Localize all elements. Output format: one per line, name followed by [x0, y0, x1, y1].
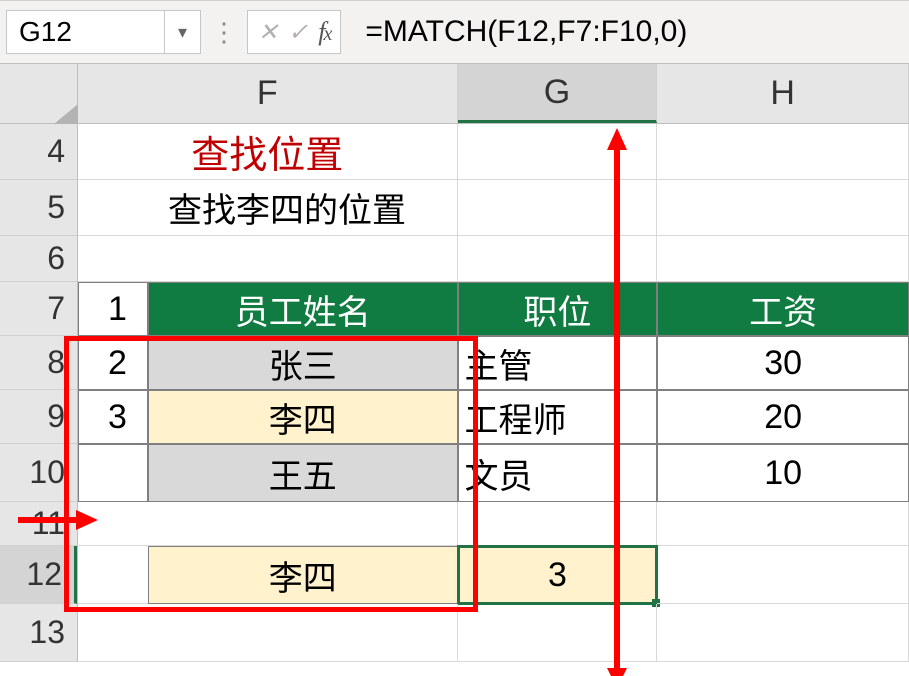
table-cell-name[interactable]: 张三: [148, 336, 458, 390]
table-cell-name[interactable]: 王五: [148, 444, 458, 502]
name-box-value: G12: [7, 16, 164, 48]
cell[interactable]: [458, 604, 658, 662]
cell[interactable]: [657, 236, 909, 282]
table-header-role[interactable]: 职位: [458, 282, 658, 336]
row-header[interactable]: 5: [0, 180, 77, 236]
subtitle-text: 查找李四的位置: [168, 183, 406, 232]
table-cell-salary[interactable]: 30: [657, 336, 909, 390]
row-header[interactable]: 9: [0, 390, 77, 444]
table-header-name[interactable]: 员工姓名: [148, 282, 458, 336]
column-header-G[interactable]: G: [458, 64, 658, 123]
table-header-salary[interactable]: 工资: [657, 282, 909, 336]
formula-buttons: ✕ ✓ fx: [247, 10, 341, 54]
lookup-value-cell[interactable]: 李四: [148, 546, 458, 604]
cell[interactable]: [458, 502, 658, 546]
cell[interactable]: [657, 180, 909, 236]
row-header[interactable]: 4: [0, 124, 77, 180]
cell[interactable]: [78, 236, 458, 282]
row-header[interactable]: 7: [0, 282, 77, 336]
index-cell[interactable]: 3: [78, 390, 148, 444]
table-cell-role[interactable]: 工程师: [458, 390, 658, 444]
spreadsheet-grid: F G H 4 5 6 7 8 9 10 11 12 13 查找位置 查找李四的…: [0, 64, 909, 670]
row-header[interactable]: 12: [0, 546, 77, 604]
chevron-down-icon: ▾: [178, 22, 187, 43]
table-cell-role[interactable]: 文员: [458, 444, 658, 502]
table-cell-role[interactable]: 主管: [458, 336, 658, 390]
index-cell[interactable]: 2: [78, 336, 148, 390]
name-box[interactable]: G12 ▾: [6, 10, 201, 54]
row-header[interactable]: 8: [0, 336, 77, 390]
subtitle-cell[interactable]: 查找李四的位置: [78, 180, 458, 236]
index-cell[interactable]: [78, 444, 148, 502]
cell[interactable]: [657, 502, 909, 546]
table-cell-salary[interactable]: 20: [657, 390, 909, 444]
separator-icon: ⋮: [207, 17, 241, 48]
cell[interactable]: [657, 546, 909, 604]
fx-icon[interactable]: fx: [318, 17, 330, 47]
cell[interactable]: [78, 546, 148, 604]
cell[interactable]: [458, 124, 658, 180]
cell[interactable]: [657, 124, 909, 180]
row-header[interactable]: 6: [0, 236, 77, 282]
index-cell[interactable]: 1: [78, 282, 148, 336]
active-cell[interactable]: 3: [458, 546, 658, 604]
column-header-F[interactable]: F: [78, 64, 458, 123]
table-cell-salary[interactable]: 10: [657, 444, 909, 502]
name-box-dropdown[interactable]: ▾: [164, 11, 200, 53]
cancel-icon[interactable]: ✕: [258, 18, 278, 47]
select-all-corner[interactable]: [0, 64, 78, 124]
formula-input[interactable]: =MATCH(F12,F7:F10,0): [347, 5, 903, 59]
row-header[interactable]: 13: [0, 604, 77, 662]
table-cell-name[interactable]: 李四: [148, 390, 458, 444]
row-header[interactable]: 11: [0, 502, 77, 546]
cell[interactable]: [78, 604, 458, 662]
cell[interactable]: [458, 236, 658, 282]
formula-bar: G12 ▾ ⋮ ✕ ✓ fx =MATCH(F12,F7:F10,0): [0, 0, 909, 64]
row-header[interactable]: 10: [0, 444, 77, 502]
column-header-H[interactable]: H: [657, 64, 909, 123]
cell[interactable]: [657, 604, 909, 662]
cell[interactable]: [458, 180, 658, 236]
title-cell[interactable]: 查找位置: [78, 124, 458, 180]
column-headers: F G H: [78, 64, 909, 124]
cell[interactable]: [78, 502, 458, 546]
enter-icon[interactable]: ✓: [288, 18, 308, 47]
row-headers: 4 5 6 7 8 9 10 11 12 13: [0, 124, 78, 662]
cells-area[interactable]: 查找位置 查找李四的位置 1 员工姓名 职位 工资 2 张三 主管 30 3: [78, 124, 909, 670]
title-text: 查找位置: [191, 124, 343, 179]
